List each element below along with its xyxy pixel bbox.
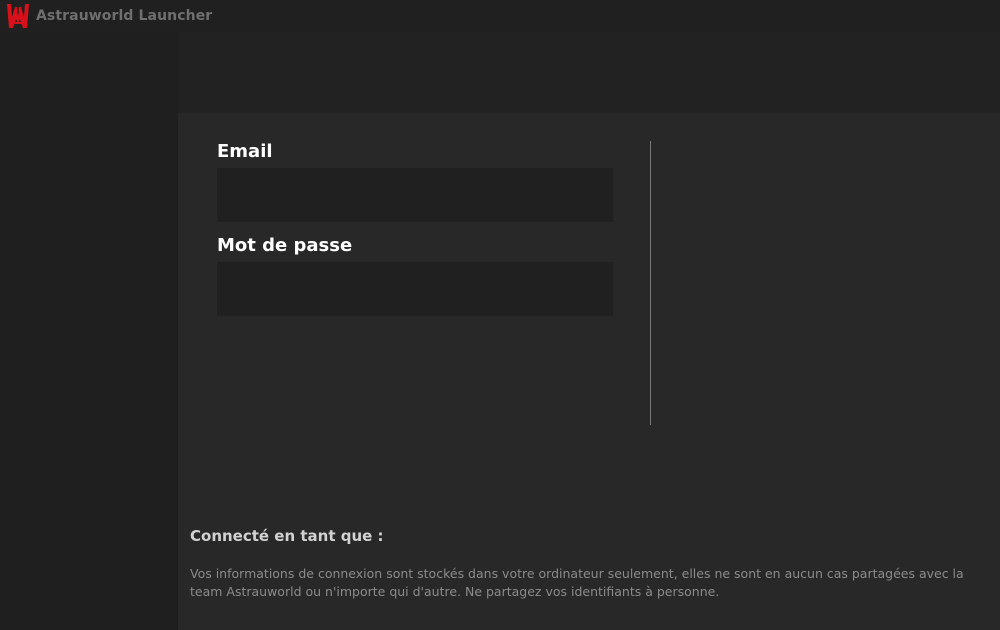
password-input[interactable]: [217, 262, 613, 316]
password-label: Mot de passe: [217, 235, 353, 256]
launcher-window: Astrauworld Launcher Email Mot de passe …: [0, 0, 1000, 630]
app-title: Astrauworld Launcher: [36, 8, 213, 24]
main-content: Email Mot de passe Connecté en tant que …: [178, 113, 1000, 630]
connected-as-label: Connecté en tant que :: [190, 527, 384, 545]
sidebar: [0, 32, 178, 630]
email-label: Email: [217, 141, 273, 162]
vertical-divider: [650, 141, 651, 425]
title-bar[interactable]: Astrauworld Launcher: [0, 0, 1000, 32]
email-input[interactable]: [217, 168, 613, 222]
astrauworld-logo-icon: [6, 3, 30, 29]
header-band: [178, 32, 1000, 113]
privacy-notice: Vos informations de connexion sont stock…: [190, 566, 964, 599]
